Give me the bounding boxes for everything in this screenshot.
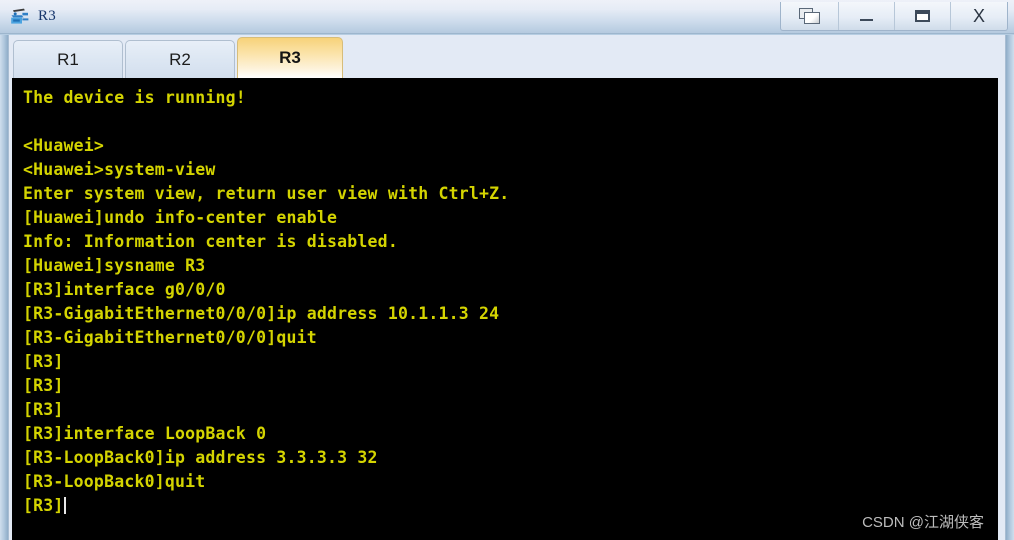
cli-line: [R3-GigabitEthernet0/0/0]quit xyxy=(23,328,317,347)
window-controls: X xyxy=(780,2,1008,31)
cli-line: [R3-GigabitEthernet0/0/0]ip address 10.1… xyxy=(23,304,500,323)
tab-r3[interactable]: R3 xyxy=(237,37,343,78)
close-button[interactable]: X xyxy=(951,2,1007,30)
cli-line: [R3]interface LoopBack 0 xyxy=(23,424,267,443)
window-frame-left xyxy=(0,35,8,540)
router-cli-window: R3 X R1 R2 R3 The device is running! <Hu… xyxy=(0,0,1014,540)
cli-line xyxy=(23,110,998,134)
cascade-windows-icon xyxy=(798,7,821,25)
cli-line: Enter system view, return user view with… xyxy=(23,184,510,203)
cli-line: [R3] xyxy=(23,494,998,518)
title-bar[interactable]: R3 X xyxy=(0,0,1014,34)
tab-r3-label: R3 xyxy=(279,48,301,67)
close-icon: X xyxy=(972,6,985,26)
minimize-button[interactable] xyxy=(839,2,895,30)
minimize-icon xyxy=(860,18,873,21)
terminal-panel: The device is running! <Huawei> <Huawei>sy… xyxy=(8,78,1006,540)
cli-line: [R3-LoopBack0]ip address 3.3.3.3 32 xyxy=(23,448,378,467)
device-tab-strip: R1 R2 R3 xyxy=(8,35,1006,78)
cli-line: [Huawei]undo info-center enable xyxy=(23,208,338,227)
cli-line: [R3] xyxy=(23,400,64,419)
tab-r2-label: R2 xyxy=(169,49,191,69)
tab-r1-label: R1 xyxy=(57,49,79,69)
cli-line: [R3] xyxy=(23,376,64,395)
cli-line: [R3]interface g0/0/0 xyxy=(23,280,226,299)
router-icon xyxy=(9,6,31,28)
maximize-button[interactable] xyxy=(895,2,951,30)
cli-line: [R3] xyxy=(23,352,64,371)
maximize-icon xyxy=(915,10,930,22)
cli-output: The device is running! <Huawei> <Huawei>sy… xyxy=(12,78,998,518)
cli-line: <Huawei>system-view xyxy=(23,160,216,179)
cli-line: [R3-LoopBack0]quit xyxy=(23,472,206,491)
cli-line: Info: Information center is disabled. xyxy=(23,232,398,251)
tab-r2[interactable]: R2 xyxy=(125,40,235,78)
window-frame-right xyxy=(1006,35,1014,540)
watermark: CSDN @江湖侠客 xyxy=(862,514,984,531)
cli-line: The device is running! xyxy=(23,88,246,107)
cascade-windows-button[interactable] xyxy=(781,2,839,30)
cli-console[interactable]: The device is running! <Huawei> <Huawei>sy… xyxy=(12,78,998,540)
cli-line: <Huawei> xyxy=(23,136,105,155)
tab-r1[interactable]: R1 xyxy=(13,40,123,78)
cli-line: [Huawei]sysname R3 xyxy=(23,256,206,275)
window-title: R3 xyxy=(38,8,56,24)
